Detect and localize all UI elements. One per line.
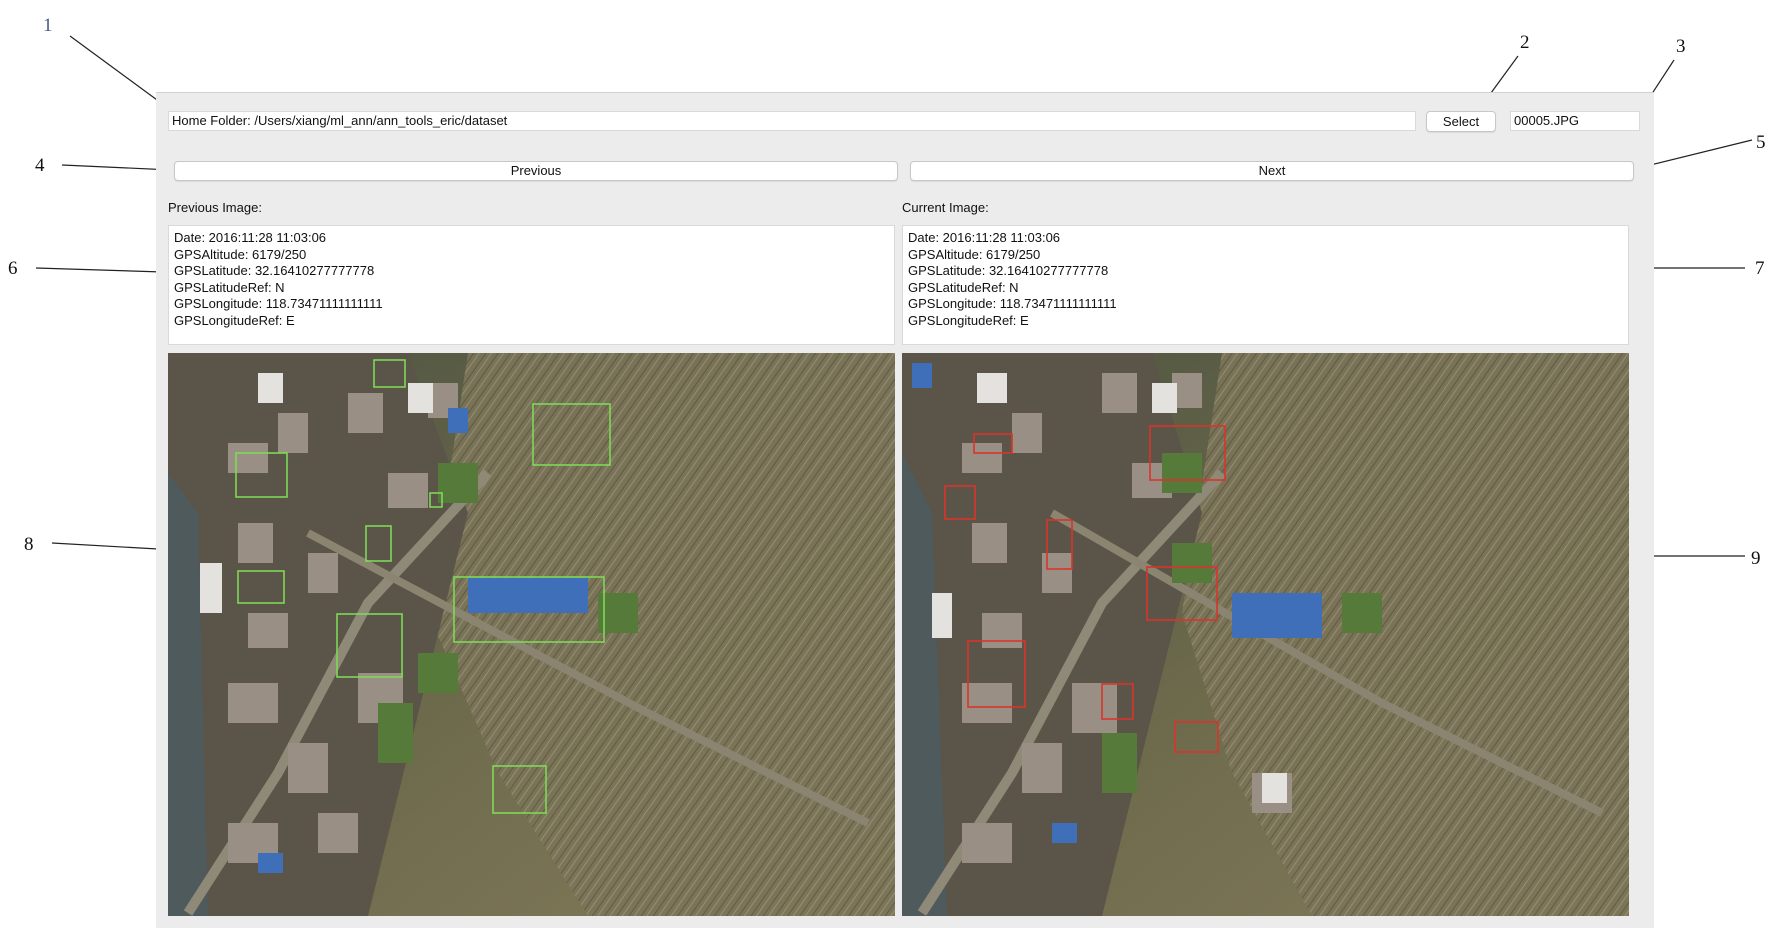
current-date: Date: 2016:11:28 11:03:06 (908, 230, 1061, 245)
current-gps-longitude: GPSLongitude: 118.73471111111111 (908, 296, 1117, 311)
previous-gps-longitude-ref: GPSLongitudeRef: E (174, 312, 295, 328)
current-image-label: Current Image: (902, 200, 989, 215)
previous-gps-longitude: GPSLongitude: 118.73471111111111 (174, 296, 383, 311)
callout-4: 4 (35, 155, 45, 176)
file-name-field[interactable]: 00005.JPG (1510, 111, 1640, 131)
previous-date: Date: 2016:11:28 11:03:06 (174, 230, 327, 245)
callout-5: 5 (1756, 132, 1766, 153)
callout-9: 9 (1751, 548, 1761, 569)
callout-1: 1 (43, 15, 53, 36)
current-gps-latitude-ref: GPSLatitudeRef: N (908, 279, 1019, 295)
current-gps-latitude: GPSLatitude: 32.16410277777778 (908, 263, 1109, 278)
callout-2: 2 (1520, 32, 1530, 53)
previous-gps-latitude-ref: GPSLatitudeRef: N (174, 279, 285, 295)
current-gps-altitude: GPSAltitude: 6179/250 (908, 246, 1041, 262)
callout-6: 6 (8, 258, 18, 279)
previous-aerial-image[interactable] (168, 353, 895, 916)
previous-image-label: Previous Image: (168, 200, 262, 215)
current-gps-longitude-ref: GPSLongitudeRef: E (908, 312, 1029, 328)
previous-image-metadata: Date: 2016:11:28 11:03:06 GPSAltitude: 6… (168, 225, 895, 345)
callout-7: 7 (1755, 258, 1765, 279)
app-window: Home Folder: /Users/xiang/ml_ann/ann_too… (156, 92, 1654, 928)
current-image-metadata: Date: 2016:11:28 11:03:06 GPSAltitude: 6… (902, 225, 1629, 345)
previous-gps-altitude: GPSAltitude: 6179/250 (174, 246, 307, 262)
current-aerial-image[interactable] (902, 353, 1629, 916)
select-button[interactable]: Select (1426, 111, 1496, 132)
callout-8: 8 (24, 534, 34, 555)
previous-button[interactable]: Previous (174, 161, 898, 181)
next-button[interactable]: Next (910, 161, 1634, 181)
callout-3: 3 (1676, 36, 1686, 57)
home-folder-field[interactable]: Home Folder: /Users/xiang/ml_ann/ann_too… (168, 111, 1416, 131)
previous-gps-latitude: GPSLatitude: 32.16410277777778 (174, 263, 375, 278)
